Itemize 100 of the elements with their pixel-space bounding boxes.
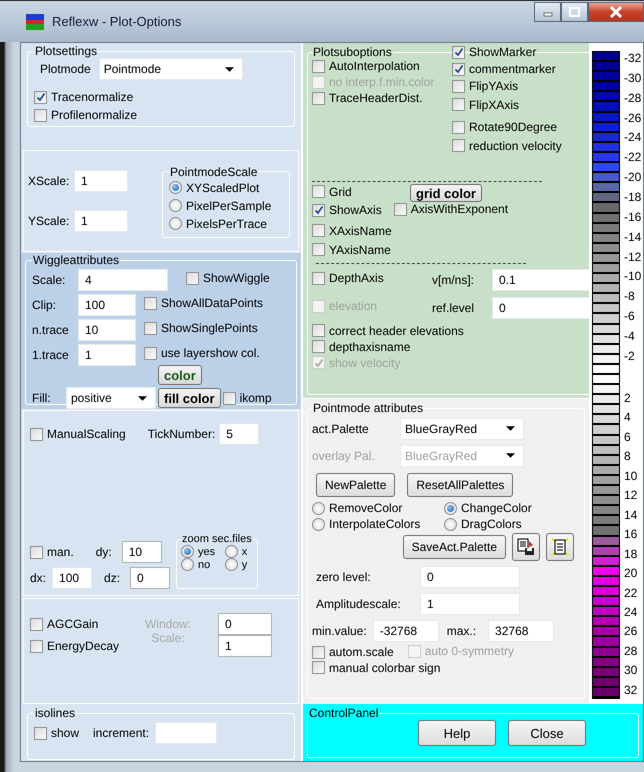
radio-button[interactable]: [224, 545, 238, 558]
field-label: TickNumber:: [148, 427, 216, 441]
checkbox[interactable]: manual colorbar sign: [312, 660, 440, 674]
checkbox[interactable]: ShowWiggle: [186, 271, 270, 286]
group-label: PointmodeScale: [169, 164, 258, 178]
dropdown[interactable]: positive: [66, 387, 156, 409]
checkbox[interactable]: FlipYAxis: [452, 79, 518, 93]
checkbox[interactable]: ShowAxis: [312, 203, 382, 218]
checkbox[interactable]: commentmarker: [452, 62, 556, 76]
checkbox[interactable]: TraceHeaderDist.: [312, 91, 452, 105]
scale-label: 20: [624, 566, 638, 580]
text-field[interactable]: 0: [218, 613, 272, 635]
dialog-button[interactable]: Close: [508, 720, 586, 746]
checkbox[interactable]: reduction velocity: [452, 138, 562, 152]
text-field[interactable]: 32768: [488, 620, 554, 642]
scale-label: 6: [624, 430, 632, 444]
close-button[interactable]: [588, 2, 644, 22]
dropdown[interactable]: BlueGrayRed: [400, 418, 524, 440]
radio-button[interactable]: [444, 518, 457, 530]
scale-label: -26: [624, 110, 642, 125]
color-button[interactable]: color: [158, 365, 202, 385]
checkbox[interactable]: man.: [30, 545, 74, 559]
checkbox[interactable]: ManualScaling: [30, 427, 126, 441]
checkbox[interactable]: AGCGain: [30, 617, 138, 631]
radio-button[interactable]: [312, 502, 325, 514]
checkbox[interactable]: use layershow col.: [144, 346, 260, 360]
checkbox[interactable]: AxisWithExponent: [394, 202, 508, 216]
scale-label: 14: [624, 508, 638, 522]
text-field[interactable]: 10: [122, 541, 162, 563]
radio-button[interactable]: [169, 217, 182, 230]
palette-button[interactable]: ResetAllPalettes: [407, 473, 514, 497]
radio-button[interactable]: [169, 181, 182, 194]
checkbox[interactable]: AutoInterpolation: [312, 59, 452, 73]
scale-label: 28: [624, 644, 638, 658]
field-label: overlay Pal.: [312, 448, 376, 462]
text-field[interactable]: 4: [78, 268, 168, 290]
text-field[interactable]: 0.1: [492, 268, 592, 290]
radio-label: x: [242, 546, 248, 558]
checkbox[interactable]: ikomp: [222, 391, 272, 405]
checkbox[interactable]: ShowMarker: [452, 45, 536, 59]
text-field[interactable]: 0: [492, 296, 592, 318]
scale-label: 8: [624, 449, 632, 464]
palette-button[interactable]: NewPalette: [316, 473, 396, 497]
text-field[interactable]: 1: [74, 210, 128, 232]
radio-button[interactable]: [181, 558, 194, 571]
field-label: dx:: [30, 571, 46, 585]
radio-button[interactable]: [312, 518, 325, 530]
text-field[interactable]: 1: [74, 170, 128, 192]
scale-label: -6: [624, 309, 636, 324]
checkbox[interactable]: ShowSinglePoints: [144, 321, 258, 336]
checkbox[interactable]: ShowAllDataPoints: [144, 296, 264, 310]
text-field[interactable]: 100: [52, 567, 92, 589]
radio-button[interactable]: [224, 558, 238, 571]
checkbox[interactable]: autom.scale: [312, 645, 394, 660]
text-field[interactable]: [155, 722, 218, 744]
close-icon: [609, 6, 623, 18]
group-label: zoom sec.files: [181, 533, 253, 545]
checkbox[interactable]: EnergyDecay: [30, 639, 138, 653]
maximize-button[interactable]: [561, 2, 588, 22]
checkbox[interactable]: Rotate90Degree: [452, 120, 558, 134]
save-icon[interactable]: [512, 533, 540, 561]
checkbox[interactable]: XAxisName: [312, 224, 392, 238]
minimize-button[interactable]: [534, 2, 561, 22]
scale-label: 2: [624, 391, 632, 405]
grid-color-button[interactable]: grid color: [410, 184, 482, 202]
group-label: Pointmode attributes: [312, 401, 424, 415]
field-label: Plotmode: [40, 62, 91, 76]
check-icon: [314, 358, 324, 368]
radio-label: DragColors: [461, 517, 522, 531]
text-field[interactable]: -32768: [372, 620, 439, 642]
text-field[interactable]: 0: [420, 566, 520, 588]
text-field[interactable]: 0: [130, 567, 170, 589]
checkbox[interactable]: Tracenormalize: [34, 90, 134, 104]
scale-label: -32: [624, 51, 642, 65]
checkbox[interactable]: Profilenormalize: [34, 108, 138, 122]
radio-button[interactable]: [444, 502, 457, 514]
scale-label: -22: [624, 150, 642, 164]
radio-label: InterpolateColors: [329, 517, 420, 531]
text-field[interactable]: 100: [78, 294, 136, 316]
checkbox[interactable]: YAxisName: [312, 242, 391, 256]
text-field[interactable]: 1: [218, 635, 272, 657]
dialog-button[interactable]: Help: [418, 720, 496, 746]
radio-button[interactable]: [181, 545, 194, 558]
group-label: Plotsuboptions: [312, 45, 393, 59]
fill-color-button[interactable]: fill color: [158, 388, 221, 408]
checkbox[interactable]: DepthAxis: [312, 271, 384, 286]
radio-button[interactable]: [169, 199, 182, 212]
text-field[interactable]: 10: [78, 318, 136, 340]
checkbox[interactable]: show: [34, 726, 80, 740]
new-document-icon[interactable]: [546, 533, 574, 561]
checkbox[interactable]: depthaxisname: [312, 340, 410, 354]
checkbox[interactable]: Grid: [312, 184, 352, 199]
text-field[interactable]: 1: [420, 592, 520, 614]
text-field[interactable]: 5: [219, 423, 260, 445]
save-palette-button[interactable]: SaveAct.Palette: [402, 535, 506, 559]
checkbox[interactable]: correct header elevations: [312, 324, 464, 338]
dropdown[interactable]: Pointmode: [98, 58, 243, 80]
radio-label: no: [198, 558, 210, 570]
checkbox[interactable]: FlipXAxis: [452, 98, 520, 112]
text-field[interactable]: 1: [78, 344, 136, 366]
